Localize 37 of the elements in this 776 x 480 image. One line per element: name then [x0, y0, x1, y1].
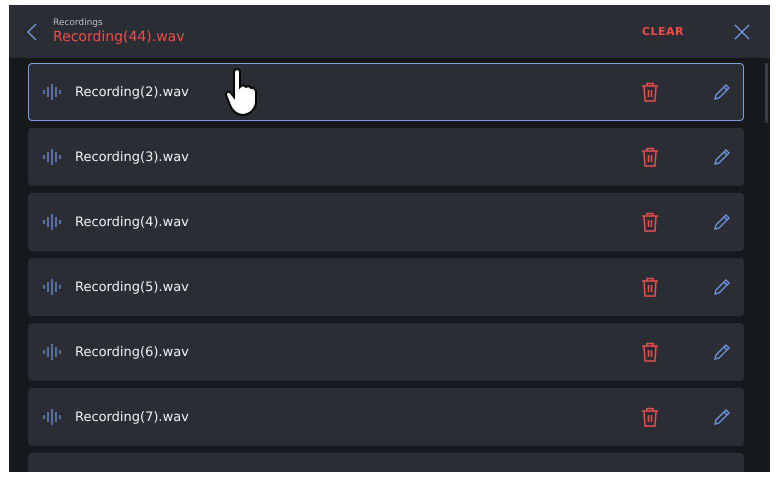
delete-button[interactable] [641, 147, 659, 167]
close-button[interactable] [734, 24, 750, 40]
waveform-icon [43, 149, 61, 165]
header-subtitle: Recordings [53, 18, 104, 28]
edit-button[interactable] [713, 83, 731, 101]
recording-name: Recording(6).wav [75, 344, 190, 360]
scrollbar-thumb [765, 63, 768, 123]
header-title: Recording(44).wav [53, 29, 186, 45]
recording-name: Recording(7).wav [75, 410, 190, 424]
recording-row[interactable]: Recording(4).wav [28, 193, 744, 251]
edit-button[interactable] [713, 213, 731, 231]
edit-button[interactable] [713, 148, 731, 166]
waveform-icon [43, 84, 61, 100]
recording-name: Recording(2).wav [75, 84, 190, 100]
waveform-icon [43, 214, 61, 230]
edit-button[interactable] [713, 343, 731, 361]
edit-button[interactable] [713, 278, 731, 296]
delete-button[interactable] [641, 407, 659, 427]
recording-row[interactable]: Recording(7).wav [28, 388, 744, 446]
recording-row[interactable]: Recording(3).wav [28, 128, 744, 186]
delete-button[interactable] [641, 82, 659, 102]
clear-button[interactable]: CLEAR [636, 21, 690, 42]
hand-cursor-icon [224, 67, 260, 117]
recording-row[interactable]: Recording(6).wav [28, 323, 744, 381]
delete-button[interactable] [641, 342, 659, 362]
recording-name: Recording(4).wav [75, 214, 190, 230]
recording-name: Recording(3).wav [75, 150, 190, 164]
waveform-icon [43, 409, 61, 425]
delete-button[interactable] [641, 212, 659, 232]
delete-button[interactable] [641, 277, 659, 297]
edit-button[interactable] [713, 408, 731, 426]
recording-name: Recording(5).wav [75, 280, 190, 294]
waveform-icon [43, 279, 61, 295]
waveform-icon [43, 344, 61, 360]
recording-row[interactable]: Recording(2).wav [28, 63, 744, 121]
recording-row[interactable]: Recording(5).wav [28, 258, 744, 316]
back-button[interactable] [27, 22, 37, 40]
